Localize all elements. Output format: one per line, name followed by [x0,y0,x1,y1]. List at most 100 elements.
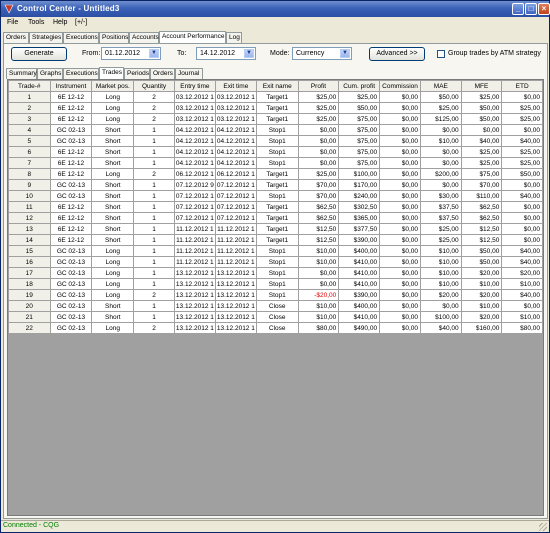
mode-dropdown-icon[interactable]: ▼ [340,49,350,58]
column-header[interactable]: Profit [297,80,340,92]
table-cell: Short [91,179,135,191]
status-bar: Connected - CQG [1,520,549,532]
table-cell: $25,00 [297,113,340,125]
tab-strategies[interactable]: Strategies [29,32,63,43]
generate-button[interactable]: Generate [11,47,67,61]
table-row[interactable]: 16 GC 02-13 Long 1 11.12.2012 1 11.12.2012 1S… [8,256,543,268]
tab-orders[interactable]: Orders [3,32,29,43]
column-header[interactable]: Commission [379,80,422,92]
table-row[interactable]: 12 6E 12-12 Short 1 07.12.2012 1 07.12.2012 1… [8,212,543,224]
table-row[interactable]: 22 GC 02-13 Long 2 13.12.2012 1 13.12.2012 1C… [8,322,543,334]
tab-executions[interactable]: Executions [63,32,99,43]
table-row[interactable]: 3 6E 12-12 Long 2 03.12.2012 1 03.12.2012 1 Ta… [8,113,543,125]
column-header[interactable]: ETD [501,80,543,92]
column-header[interactable]: Exit name [255,80,299,92]
to-date-dropdown-icon[interactable]: ▼ [244,49,254,58]
table-row[interactable]: 10 GC 02-13 Short 1 07.12.2012 1 07.12.2012 1… [8,190,543,202]
table-cell: 13.12.2012 1 [173,267,216,279]
table-row[interactable]: 8 6E 12-12 Long 2 06.12.2012 1 06.12.2012 1 Ta… [8,168,543,180]
table-cell: $25,00 [501,113,543,125]
column-header[interactable]: Market pos. [91,80,135,92]
column-header[interactable]: Trade-# [8,80,51,92]
table-row[interactable]: 19 GC 02-13 Long 2 13.12.2012 1 13.12.2012 1S… [8,289,543,301]
table-row[interactable]: 1 6E 12-12 Long 2 03.12.2012 1 03.12.2012 1 Ta… [8,91,543,103]
column-header[interactable]: Instrument [49,80,93,92]
subtab-trades[interactable]: Trades [99,67,124,79]
table-cell: 1 [133,278,175,290]
table-cell: $10,00 [420,245,462,257]
table-row[interactable]: 20 GC 02-13 Short 1 13.12.2012 1 13.12.2012 1… [8,300,543,312]
close-button[interactable]: × [538,3,550,15]
subtab-journal[interactable]: Journal [175,68,203,79]
column-header[interactable]: Entry time [173,80,216,92]
table-cell: $62,50 [460,212,503,224]
column-header[interactable]: Exit time [214,80,257,92]
table-cell: $0,00 [297,157,340,169]
table-row[interactable]: 2 6E 12-12 Long 2 03.12.2012 1 03.12.2012 1 Ta… [8,102,543,114]
table-cell: $25,00 [297,102,340,114]
mode-select[interactable]: Currency ▼ [292,47,352,60]
table-row[interactable]: 14 6E 12-12 Short 1 11.12.2012 1 11.12.2012 1… [8,234,543,246]
resize-grip-icon[interactable] [539,523,547,531]
tab-positions[interactable]: Positions [99,32,129,43]
tab-accounts[interactable]: Accounts [129,32,159,43]
table-row[interactable]: 11 6E 12-12 Short 1 07.12.2012 1 07.12.2012 1… [8,201,543,213]
table-cell: 6E 12-12 [49,212,93,224]
table-row[interactable]: 13 6E 12-12 Short 1 11.12.2012 1 11.12.2012 1… [8,223,543,235]
table-cell: $50,00 [460,102,503,114]
table-row[interactable]: 7 6E 12-12 Short 1 04.12.2012 1 04.12.2012 1S… [8,157,543,169]
table-cell: 1 [133,267,175,279]
subtab-periods[interactable]: Periods [124,68,150,79]
group-trades-checkbox[interactable] [437,50,445,58]
column-header[interactable]: Quantity [133,80,175,92]
table-row[interactable]: 17 GC 02-13 Long 1 13.12.2012 1 13.12.2012 1S… [8,267,543,279]
minimize-button[interactable]: _ [512,3,524,15]
table-cell: 6E 12-12 [49,201,93,213]
column-header[interactable]: MAE [420,80,462,92]
table-row[interactable]: 5 GC 02-13 Short 1 04.12.2012 1 04.12.2012 1S… [8,135,543,147]
table-row[interactable]: 18 GC 02-13 Long 1 13.12.2012 1 13.12.2012 1S… [8,278,543,290]
app-icon [4,4,14,14]
table-cell: 11.12.2012 1 [173,234,216,246]
table-cell: 11.12.2012 1 [214,245,257,257]
table-cell: $75,00 [460,168,503,180]
table-row[interactable]: 21 GC 02-13 Short 1 13.12.2012 1 13.12.2012 1… [8,311,543,323]
tab-account-performance[interactable]: Account Performance [159,31,226,43]
subtab-executions[interactable]: Executions [63,68,99,79]
from-date-dropdown-icon[interactable]: ▼ [149,49,159,58]
menu-tools[interactable]: Tools [28,19,44,26]
table-cell: $410,00 [338,256,381,268]
table-cell: $20,00 [460,289,503,301]
table-cell: 03.12.2012 1 [214,91,257,103]
table-cell: 13.12.2012 1 [173,278,216,290]
table-row[interactable]: 6 6E 12-12 Short 1 04.12.2012 1 04.12.2012 1S… [8,146,543,158]
to-date-field[interactable]: 14.12.2012 ▼ [196,47,256,60]
subtab-orders[interactable]: Orders [150,68,175,79]
table-cell: Long [91,267,135,279]
advanced-button[interactable]: Advanced >> [369,47,425,61]
menu-help[interactable]: Help [53,19,67,26]
table-cell: 11.12.2012 1 [173,245,216,257]
table-cell: 06.12.2012 1 [214,168,257,180]
table-cell: $10,00 [501,311,543,323]
table-cell: $40,00 [501,256,543,268]
menu-file[interactable]: File [7,19,18,26]
column-header[interactable]: MFE [460,80,503,92]
column-header[interactable]: Cum. profit [338,80,381,92]
from-date-field[interactable]: 01.12.2012 ▼ [101,47,161,60]
table-row[interactable]: 4 GC 02-13 Short 1 04.12.2012 1 04.12.2012 1S… [8,124,543,136]
table-cell: 1 [133,179,175,191]
table-cell: $25,00 [420,102,462,114]
table-row[interactable]: 9 GC 02-13 Short 1 07.12.2012 9 07.12.2012 1T… [8,179,543,191]
subtab-graphs[interactable]: Graphs [37,68,63,79]
menu-toggle[interactable]: [+/-] [75,19,87,26]
table-row[interactable]: 15 GC 02-13 Long 1 11.12.2012 1 11.12.2012 1S… [8,245,543,257]
table-cell: 07.12.2012 9 [173,179,216,191]
tab-log[interactable]: Log [226,32,242,43]
maximize-button[interactable]: □ [525,3,537,15]
subtab-summary[interactable]: Summary [6,68,37,79]
table-cell: GC 02-13 [49,322,93,334]
table-cell: 11.12.2012 1 [173,256,216,268]
trades-grid[interactable]: Trade-# Instrument Market pos. Quantity Entr… [7,79,544,516]
table-cell: Short [91,311,135,323]
